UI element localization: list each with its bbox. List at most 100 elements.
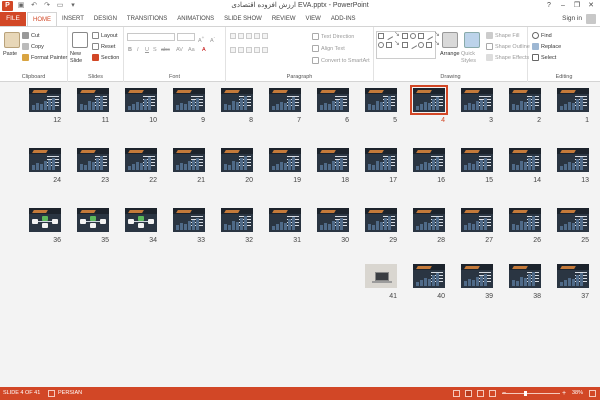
slide-thumbnail[interactable] [317,88,349,112]
flowchart-shape-icon[interactable] [402,42,408,48]
curve-shape-icon[interactable] [408,40,418,50]
format-painter-button[interactable]: Format Painter [22,54,67,62]
shape-fill-button[interactable]: Shape Fill [486,32,519,40]
slide-thumbnail[interactable] [77,208,109,232]
slide-thumbnail[interactable] [29,88,61,112]
reading-view-icon[interactable] [477,390,484,397]
change-case-button[interactable]: Aa [188,47,195,54]
slide-thumbnail[interactable] [461,208,493,232]
shapes-gallery[interactable] [376,30,440,59]
callout-shape-icon[interactable] [426,42,432,48]
slide-thumbnail[interactable] [221,88,253,112]
slide-thumbnail[interactable] [461,264,493,288]
line-shape-icon[interactable] [384,31,394,41]
align-text-button[interactable]: Align Text [312,45,345,53]
align-right-icon[interactable] [246,47,252,53]
slide-thumbnail[interactable] [29,148,61,172]
shape-outline-button[interactable]: Shape Outline [486,43,530,51]
slide-thumbnail[interactable] [317,208,349,232]
copy-button[interactable]: Copy [22,43,44,51]
tab-review[interactable]: REVIEW [267,12,301,26]
minimize-button[interactable]: – [556,0,570,12]
slide-thumbnail[interactable] [365,88,397,112]
tab-home[interactable]: HOME [27,12,57,26]
shrink-font-button[interactable]: A- [210,34,215,45]
circle-shape-icon[interactable] [378,42,384,48]
new-slide-button[interactable]: New Slide [70,51,94,65]
help-button[interactable]: ? [542,0,556,12]
slide-thumbnail[interactable] [365,208,397,232]
slide-thumbnail[interactable] [413,208,445,232]
grow-font-button[interactable]: A+ [198,34,204,45]
numbering-icon[interactable] [238,33,244,39]
slide-thumbnail[interactable] [461,88,493,112]
square-shape-icon[interactable] [386,42,392,48]
quick-styles-icon[interactable] [464,32,480,48]
slide-thumbnail[interactable] [413,264,445,288]
bullets-icon[interactable] [230,33,236,39]
restore-button[interactable]: ❐ [570,0,584,12]
slide-thumbnail[interactable] [221,148,253,172]
account-avatar[interactable] [586,14,596,24]
slide-thumbnail[interactable] [269,88,301,112]
layout-button[interactable]: Layout [92,32,118,40]
slide-thumbnail[interactable] [173,148,205,172]
spelling-check-icon[interactable] [48,390,55,397]
shadow-button[interactable]: S [153,47,157,54]
sign-in-link[interactable]: Sign in [562,12,582,26]
bold-button[interactable]: B [128,47,132,54]
reset-button[interactable]: Reset [92,43,115,51]
tab-slide-show[interactable]: SLIDE SHOW [219,12,267,26]
font-size-field[interactable] [177,33,195,41]
section-button[interactable]: Section [92,54,119,62]
slide-thumbnail[interactable] [413,148,445,172]
text-direction-button[interactable]: Text Direction [312,33,354,41]
slide-thumbnail[interactable] [509,208,541,232]
slide-thumbnail[interactable] [461,148,493,172]
convert-smartart-button[interactable]: Convert to SmartArt [312,57,370,65]
slide-thumbnail[interactable] [557,148,589,172]
find-button[interactable]: Find [532,32,552,40]
paste-button[interactable]: Paste [3,51,17,58]
undo-icon[interactable]: ↶ [29,1,39,11]
rounded-rectangle-shape-icon[interactable] [418,33,424,39]
right-arrow-shape-icon[interactable] [394,39,400,48]
redo-icon[interactable]: ↷ [42,1,52,11]
slide-thumbnail[interactable] [221,208,253,232]
font-name-field[interactable] [127,33,175,41]
slide-thumbnail[interactable] [269,208,301,232]
customize-qat-icon[interactable]: ▾ [68,1,78,11]
tab-file[interactable]: FILE [0,12,26,26]
slide-sorter-view-icon[interactable] [465,390,472,397]
slide-thumbnail[interactable] [77,148,109,172]
replace-button[interactable]: Replace [532,43,561,51]
slide-thumbnail[interactable] [410,85,448,115]
slide-thumbnail[interactable] [509,264,541,288]
arrange-icon[interactable] [442,32,458,48]
select-button[interactable]: Select [532,54,556,62]
tab-animations[interactable]: ANIMATIONS [172,12,219,26]
slide-thumbnail[interactable] [173,208,205,232]
zoom-slider[interactable] [502,391,560,396]
justify-icon[interactable] [254,47,260,53]
tab-design[interactable]: DESIGN [89,12,122,26]
slide-thumbnail[interactable] [509,88,541,112]
slide-thumbnail[interactable] [29,208,61,232]
star-shape-icon[interactable] [418,42,424,48]
slide-thumbnail[interactable] [365,264,397,288]
more-shapes-icon[interactable] [434,39,440,48]
slide-thumbnail[interactable] [125,88,157,112]
slide-thumbnail[interactable] [365,148,397,172]
align-center-icon[interactable] [238,47,244,53]
slide-thumbnail[interactable] [77,88,109,112]
slide-thumbnail[interactable] [125,208,157,232]
tab-view[interactable]: VIEW [301,12,326,26]
cut-button[interactable]: Cut [22,32,40,40]
slide-thumbnail[interactable] [557,208,589,232]
slide-thumbnail[interactable] [557,88,589,112]
character-spacing-button[interactable]: AV [176,47,183,54]
shape-effects-button[interactable]: Shape Effects [486,54,529,62]
font-color-button[interactable]: A [202,47,206,54]
tab-transitions[interactable]: TRANSITIONS [122,12,172,26]
zoom-percent[interactable]: 38% [572,387,583,400]
